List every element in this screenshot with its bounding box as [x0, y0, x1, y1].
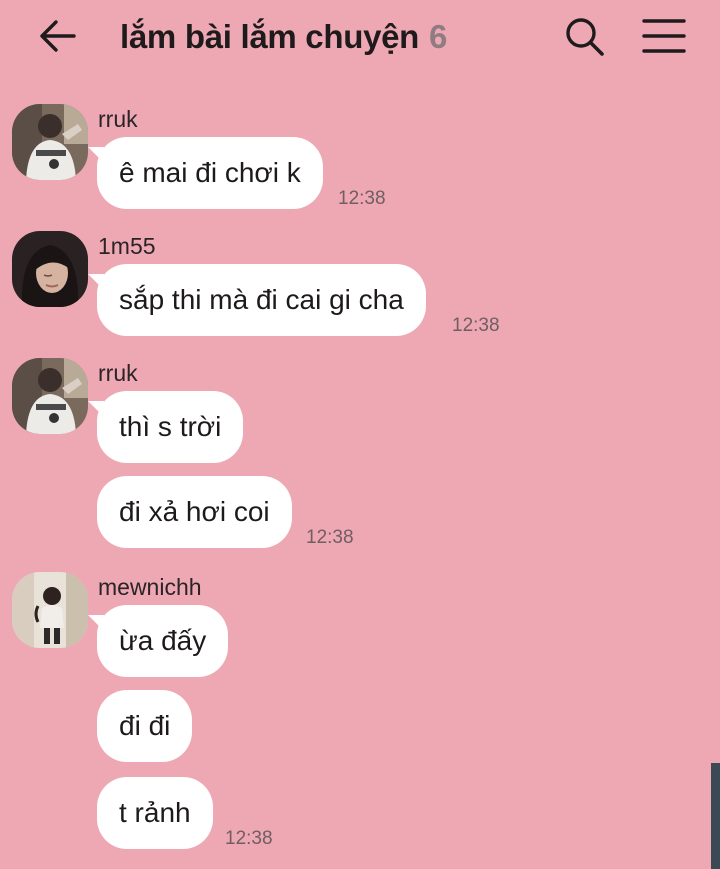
- chat-title-area[interactable]: lắm bài lắm chuyện 6: [120, 16, 447, 58]
- avatar-1m55[interactable]: [12, 231, 88, 307]
- message-text: đi đi: [119, 710, 171, 741]
- message-bubble[interactable]: t rảnh: [97, 777, 213, 849]
- sender-name: rruk: [98, 360, 138, 386]
- message-bubble[interactable]: ê mai đi chơi k: [88, 137, 323, 209]
- chat-header: lắm bài lắm chuyện 6: [0, 0, 720, 78]
- avatar-image: [12, 104, 88, 180]
- hamburger-menu-icon: [642, 19, 686, 53]
- avatar-image: [12, 231, 88, 307]
- menu-button[interactable]: [640, 14, 688, 58]
- sender-name: mewnichh: [98, 574, 202, 600]
- avatar-rruk[interactable]: [12, 358, 88, 434]
- member-count: 6: [429, 18, 448, 55]
- message-bubble[interactable]: thì s trời: [87, 391, 244, 463]
- back-button[interactable]: [36, 14, 80, 58]
- avatar-image: [12, 358, 88, 434]
- message-time: 12:38: [452, 315, 500, 336]
- message-text: sắp thi mà đi cai gi cha: [119, 284, 404, 315]
- scrollbar-thumb[interactable]: [711, 763, 720, 869]
- message-bubble[interactable]: đi đi: [97, 690, 193, 762]
- message-time: 12:38: [306, 527, 354, 548]
- message-text: ê mai đi chơi k: [119, 157, 301, 188]
- message-bubble[interactable]: đi xả hơi coi: [97, 476, 292, 548]
- search-icon: [566, 18, 604, 56]
- search-button[interactable]: [562, 14, 608, 60]
- sender-name: rruk: [98, 106, 138, 132]
- message-time: 12:38: [225, 828, 273, 849]
- message-bubble[interactable]: ừa đấy: [87, 605, 229, 677]
- arrow-left-icon: [40, 20, 76, 52]
- message-bubble[interactable]: sắp thi mà đi cai gi cha: [88, 264, 426, 336]
- message-text: đi xả hơi coi: [119, 496, 270, 527]
- message-text: t rảnh: [119, 797, 191, 828]
- group-name: lắm bài lắm chuyện: [120, 18, 420, 55]
- avatar-image: [12, 572, 88, 648]
- message-time: 12:38: [338, 188, 386, 209]
- avatar-mewnichh[interactable]: [12, 572, 88, 648]
- chat-screen: lắm bài lắm chuyện 6 rruk ê mai đi chơi …: [0, 0, 720, 869]
- avatar-rruk[interactable]: [12, 104, 88, 180]
- sender-name: 1m55: [98, 233, 156, 259]
- message-text: ừa đấy: [119, 625, 207, 656]
- message-text: thì s trời: [119, 411, 222, 442]
